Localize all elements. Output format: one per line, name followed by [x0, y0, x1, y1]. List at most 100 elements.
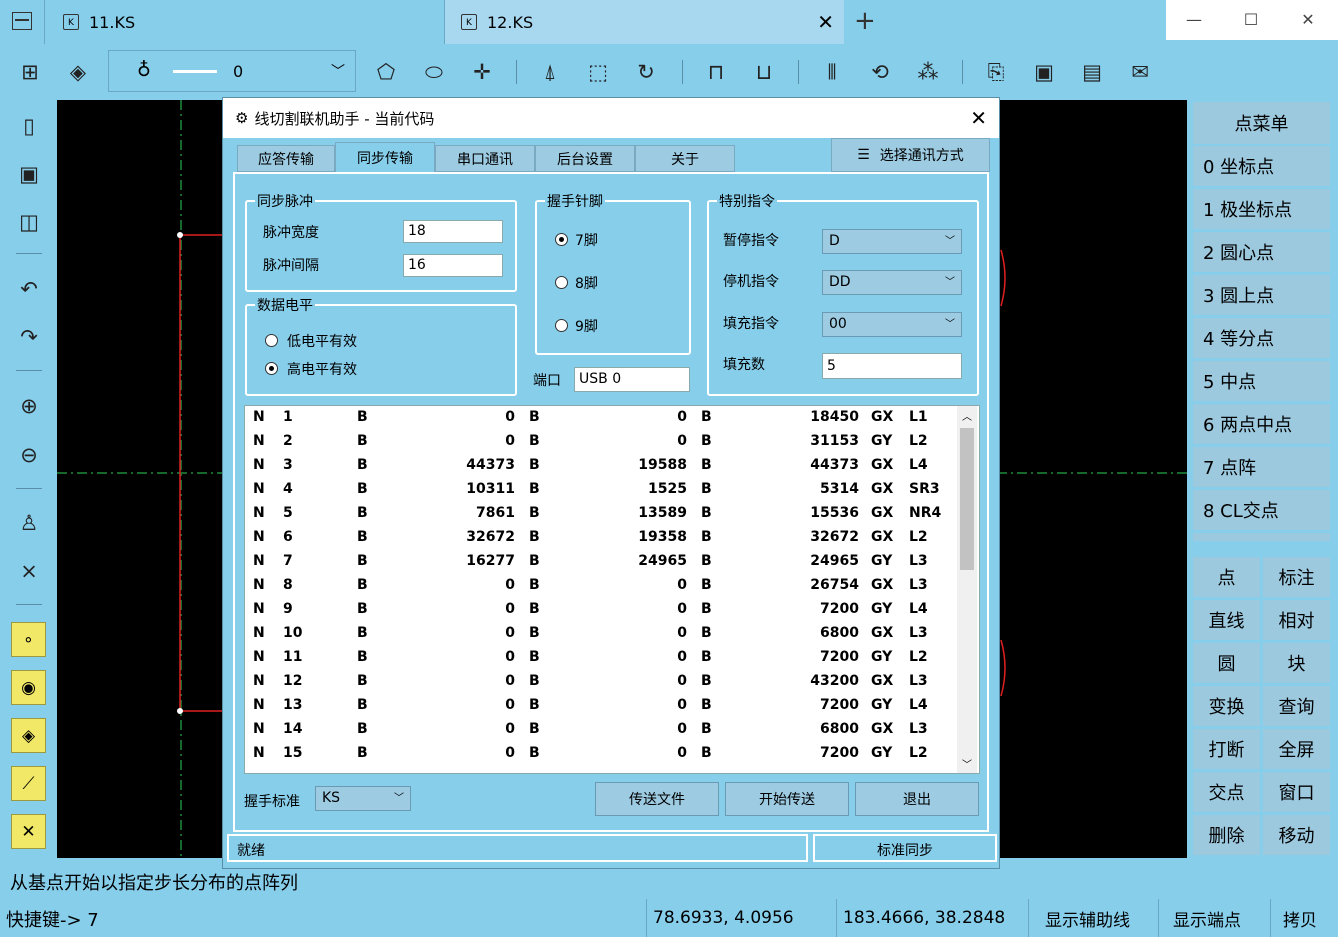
add-tab-icon[interactable]: +: [854, 6, 876, 36]
code-row[interactable]: N 14 B 0 B 0 B 6800 GX L3: [245, 718, 955, 742]
show-endpoints-button[interactable]: 显示端点: [1158, 899, 1268, 937]
new-file-icon[interactable]: ▯: [14, 111, 44, 141]
tab-sync-transfer[interactable]: 同步传输: [335, 142, 435, 173]
rotate-icon[interactable]: ↻: [632, 58, 660, 86]
code-listbox[interactable]: N 1 B 0 B 0 B 18450 GX L1 N 2 B 0 B 0 B 31153 GY L2 N 3 B 44373…: [244, 405, 980, 774]
tab-11ks[interactable]: K 11.KS: [44, 0, 444, 44]
layers-icon[interactable]: ◈: [64, 58, 92, 86]
code-row[interactable]: N 11 B 0 B 0 B 7200 GY L2: [245, 646, 955, 670]
show-aux-lines-button[interactable]: 显示辅助线: [1028, 899, 1156, 937]
code-row[interactable]: N 5 B 7861 B 13589 B 15536 GX NR4: [245, 502, 955, 526]
send-file-button[interactable]: 传送文件: [595, 782, 719, 816]
rotate-copy-icon[interactable]: ⟲: [866, 58, 894, 86]
grid-btn-relative[interactable]: 相对: [1263, 600, 1330, 640]
scroll-up-icon[interactable]: ︿: [962, 408, 972, 423]
menu-icon[interactable]: [12, 12, 32, 30]
point-menu-item[interactable]: 7 点阵: [1193, 447, 1330, 487]
fill-cmd-select[interactable]: 00 ﹀: [822, 312, 962, 337]
code-row[interactable]: N 2 B 0 B 0 B 31153 GY L2: [245, 430, 955, 454]
grid-btn-query[interactable]: 查询: [1263, 686, 1330, 726]
pin7-radio[interactable]: [555, 233, 568, 246]
code-row[interactable]: N 8 B 0 B 0 B 26754 GX L3: [245, 574, 955, 598]
intersection-snap-icon[interactable]: ✕: [11, 814, 46, 849]
grid-btn-fullscreen[interactable]: 全屏: [1263, 729, 1330, 769]
stop-cmd-select[interactable]: DD ﹀: [822, 270, 962, 295]
point-menu-item[interactable]: 3 圆上点: [1193, 275, 1330, 315]
tab-serial[interactable]: 串口通讯: [435, 145, 535, 172]
zoom-out-icon[interactable]: ⊖: [14, 440, 44, 470]
center-snap-icon[interactable]: ◉: [11, 670, 46, 705]
port-input[interactable]: USB 0: [574, 367, 690, 392]
erase-icon[interactable]: ⨯: [14, 556, 44, 586]
scroll-down-icon[interactable]: ﹀: [962, 756, 972, 771]
close-window-icon[interactable]: ✕: [1280, 0, 1336, 40]
zoom-in-icon[interactable]: ⊕: [14, 391, 44, 421]
grid-btn-window[interactable]: 窗口: [1263, 772, 1330, 812]
point-menu-item[interactable]: 8 CL交点: [1193, 490, 1330, 530]
crosshair-icon[interactable]: ✛: [468, 58, 496, 86]
exit-button[interactable]: 退出: [855, 782, 979, 816]
start-transfer-button[interactable]: 开始传送: [725, 782, 849, 816]
polygon-icon[interactable]: ⬠: [372, 58, 400, 86]
ellipse-icon[interactable]: ⬭: [420, 58, 448, 86]
grid-btn-delete[interactable]: 删除: [1193, 815, 1260, 855]
grid-btn-circle[interactable]: 圆: [1193, 643, 1260, 683]
point-menu-item[interactable]: 6 两点中点: [1193, 404, 1330, 444]
tab-12ks[interactable]: K 12.KS ✕: [444, 0, 844, 44]
pulse-gap-input[interactable]: 16: [403, 254, 503, 277]
code-row[interactable]: N 3 B 44373 B 19588 B 44373 GX L4: [245, 454, 955, 478]
tangent-snap-icon[interactable]: ⟋: [11, 766, 46, 801]
tab-about[interactable]: 关于: [635, 145, 735, 172]
save-all-icon[interactable]: ◫: [14, 207, 44, 237]
code-row[interactable]: N 15 B 0 B 0 B 7200 GY L2: [245, 742, 955, 766]
point-menu-item[interactable]: 1 极坐标点: [1193, 189, 1330, 229]
handshake-standard-select[interactable]: KS ﹀: [315, 786, 411, 811]
grid-btn-intersect[interactable]: 交点: [1193, 772, 1260, 812]
close-dialog-icon[interactable]: ✕: [970, 106, 987, 130]
code-row[interactable]: N 1 B 0 B 0 B 18450 GX L1: [245, 406, 955, 430]
code-row[interactable]: N 9 B 0 B 0 B 7200 GY L4: [245, 598, 955, 622]
pause-cmd-select[interactable]: D ﹀: [822, 229, 962, 254]
code-row[interactable]: N 12 B 0 B 0 B 43200 GX L3: [245, 670, 955, 694]
code-row[interactable]: N 13 B 0 B 0 B 7200 GY L4: [245, 694, 955, 718]
pulse-width-input[interactable]: 18: [403, 220, 503, 243]
point-menu-item[interactable]: 4 等分点: [1193, 318, 1330, 358]
new-view-icon[interactable]: ⊞: [16, 58, 44, 86]
mirror-icon[interactable]: ⫴: [818, 58, 846, 86]
code-row[interactable]: N 7 B 16277 B 24965 B 24965 GY L3: [245, 550, 955, 574]
grid-btn-point[interactable]: 点: [1193, 557, 1260, 597]
minimize-icon[interactable]: —: [1166, 0, 1222, 40]
point-snap-icon[interactable]: ∘: [11, 622, 46, 657]
transfer-icon[interactable]: ✉: [1126, 58, 1154, 86]
frame-icon[interactable]: ⊓: [702, 58, 730, 86]
copy-button[interactable]: 拷贝: [1270, 899, 1338, 937]
grid-btn-line[interactable]: 直线: [1193, 600, 1260, 640]
measure-icon[interactable]: ⍋: [536, 58, 564, 86]
file-search-icon[interactable]: ⎘: [982, 58, 1010, 86]
sd-card-icon[interactable]: ▤: [1078, 58, 1106, 86]
scrollbar[interactable]: ︿ ﹀: [957, 406, 977, 773]
code-row[interactable]: N 4 B 10311 B 1525 B 5314 GX SR3: [245, 478, 955, 502]
code-row[interactable]: N 6 B 32672 B 19358 B 32672 GX L2: [245, 526, 955, 550]
grid-btn-transform[interactable]: 变换: [1193, 686, 1260, 726]
tab-ack-transfer[interactable]: 应答传输: [237, 145, 335, 172]
portrait-icon[interactable]: ▣: [1030, 58, 1058, 86]
array-icon[interactable]: ⁂: [914, 58, 942, 86]
point-menu-item[interactable]: 2 圆心点: [1193, 232, 1330, 272]
layer-dropdown[interactable]: ♁ 0 ﹀: [108, 50, 356, 92]
frame2-icon[interactable]: ⊔: [750, 58, 778, 86]
grid-btn-break[interactable]: 打断: [1193, 729, 1260, 769]
point-menu-item[interactable]: 5 中点: [1193, 361, 1330, 401]
undo-icon[interactable]: ↶: [14, 274, 44, 304]
redo-icon[interactable]: ↷: [14, 322, 44, 352]
grid-btn-move[interactable]: 移动: [1263, 815, 1330, 855]
select-rect-icon[interactable]: ⬚: [584, 58, 612, 86]
quadrant-snap-icon[interactable]: ◈: [11, 718, 46, 753]
code-row[interactable]: N 10 B 0 B 0 B 6800 GX L3: [245, 622, 955, 646]
save-icon[interactable]: ▣: [14, 159, 44, 189]
select-comm-button[interactable]: ☰ 选择通讯方式: [831, 138, 990, 172]
pin9-radio[interactable]: [555, 319, 568, 332]
pin8-radio[interactable]: [555, 276, 568, 289]
high-level-radio[interactable]: [265, 362, 278, 375]
grid-btn-block[interactable]: 块: [1263, 643, 1330, 683]
